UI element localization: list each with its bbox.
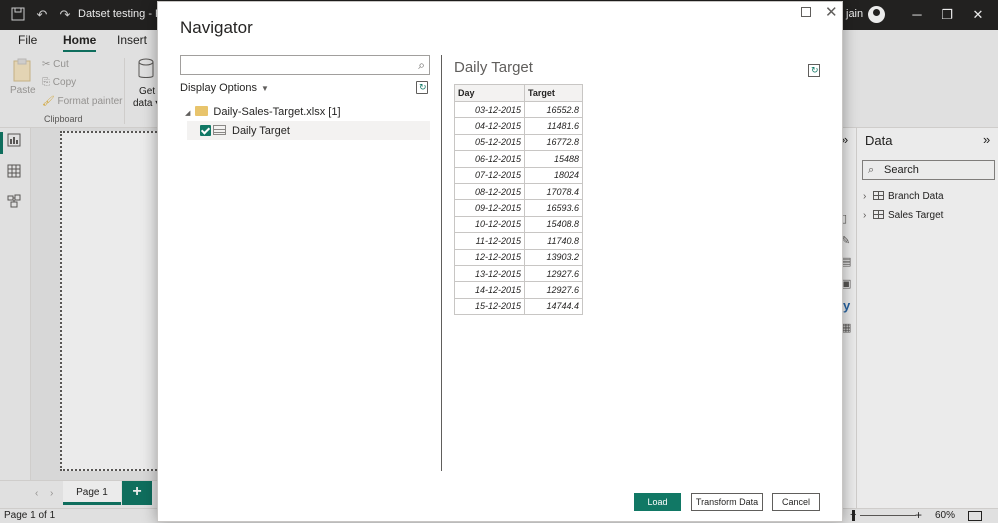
collapse-triangle-icon[interactable]: ◢: [185, 110, 190, 117]
target-cell: 16593.6: [524, 199, 583, 217]
table-row: 12-12-2015 13903.2: [454, 248, 583, 266]
target-cell: 12927.6: [524, 264, 583, 283]
refresh-preview-icon[interactable]: [808, 64, 820, 77]
dialog-title: Navigator: [180, 18, 253, 37]
table-row: 11-12-2015 11740.8: [454, 232, 583, 250]
target-cell: 11481.6: [524, 117, 583, 135]
table-row: 07-12-2015 18024: [454, 166, 583, 184]
close-icon[interactable]: ✕: [825, 3, 838, 21]
preview-table-body: 03-12-2015 16552.8 04-12-2015 11481.6 05-12-…: [454, 100, 583, 316]
file-node[interactable]: ◢ Daily-Sales-Target.xlsx [1]: [185, 106, 341, 118]
sheet-name: Daily Target: [232, 125, 290, 137]
table-row: 08-12-2015 17078.4: [454, 182, 583, 201]
maximize-icon[interactable]: [801, 7, 811, 17]
display-options-dropdown[interactable]: Display Options ▼: [180, 82, 269, 94]
chevron-down-icon: ▼: [261, 84, 269, 93]
transform-data-button[interactable]: Transform Data: [691, 493, 763, 511]
column-header: Target: [524, 84, 583, 102]
target-cell: 12927.6: [524, 281, 583, 299]
table-row: 14-12-2015 12927.6: [454, 281, 583, 299]
table-row: 03-12-2015 16552.8: [454, 100, 583, 119]
table-row: 13-12-2015 12927.6: [454, 264, 583, 283]
table-header-row: Day Target: [454, 84, 583, 102]
file-name: Daily-Sales-Target.xlsx [1]: [213, 106, 341, 118]
display-options-label: Display Options: [180, 82, 258, 94]
refresh-icon[interactable]: [416, 81, 428, 94]
navigator-dialog: Navigator ✕ ⌕ Display Options▼ ◢ Daily-Sa…: [157, 1, 843, 522]
folder-icon: [195, 106, 209, 116]
sheet-checkbox[interactable]: [200, 125, 211, 136]
day-cell: 11-12-2015: [454, 232, 525, 250]
preview-title: Daily Target: [454, 59, 533, 76]
table-row: 09-12-2015 16593.6: [454, 199, 583, 217]
day-cell: 03-12-2015: [454, 100, 525, 119]
column-header: Day: [454, 84, 525, 102]
target-cell: 17078.4: [524, 182, 583, 201]
navigator-search-input[interactable]: ⌕: [180, 55, 430, 75]
table-row: 05-12-2015 16772.8: [454, 133, 583, 152]
day-cell: 04-12-2015: [454, 117, 525, 135]
sheet-node[interactable]: Daily Target: [187, 121, 430, 140]
day-cell: 12-12-2015: [454, 248, 525, 266]
search-icon: ⌕: [418, 58, 425, 72]
target-cell: 13903.2: [524, 248, 583, 266]
day-cell: 08-12-2015: [454, 182, 525, 201]
day-cell: 06-12-2015: [454, 150, 525, 168]
day-cell: 09-12-2015: [454, 199, 525, 217]
target-cell: 14744.4: [524, 297, 583, 316]
day-cell: 13-12-2015: [454, 264, 525, 283]
day-cell: 15-12-2015: [454, 297, 525, 316]
day-cell: 10-12-2015: [454, 215, 525, 234]
table-row: 15-12-2015 14744.4: [454, 297, 583, 316]
preview-table: Day Target 03-12-2015 16552.8 04-12-2015 11…: [454, 84, 583, 316]
target-cell: 18024: [524, 166, 583, 184]
target-cell: 16552.8: [524, 100, 583, 119]
target-cell: 11740.8: [524, 232, 583, 250]
load-button[interactable]: Load: [634, 493, 681, 511]
cancel-button[interactable]: Cancel: [772, 493, 820, 511]
sheet-icon: [213, 125, 226, 135]
target-cell: 15488: [524, 150, 583, 168]
table-row: 10-12-2015 15408.8: [454, 215, 583, 234]
day-cell: 14-12-2015: [454, 281, 525, 299]
table-row: 04-12-2015 11481.6: [454, 117, 583, 135]
day-cell: 07-12-2015: [454, 166, 525, 184]
target-cell: 16772.8: [524, 133, 583, 152]
pane-divider[interactable]: [441, 55, 442, 471]
target-cell: 15408.8: [524, 215, 583, 234]
day-cell: 05-12-2015: [454, 133, 525, 152]
table-row: 06-12-2015 15488: [454, 150, 583, 168]
